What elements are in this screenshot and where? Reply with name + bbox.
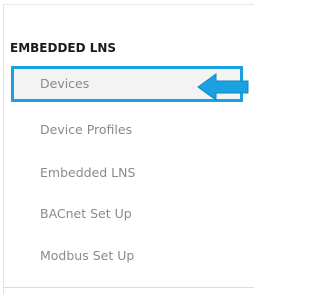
- sidebar-item-modbus-set-up[interactable]: Modbus Set Up: [11, 238, 243, 274]
- sidebar-item-label: BACnet Set Up: [40, 206, 132, 221]
- section-title: EMBEDDED LNS: [10, 41, 117, 55]
- sidebar-item-label: Device Profiles: [40, 122, 133, 137]
- panel-top-border: [3, 4, 254, 5]
- sidebar-item-label: Embedded LNS: [40, 165, 136, 180]
- sidebar-item-device-profiles[interactable]: Device Profiles: [11, 112, 243, 148]
- sidebar-item-embedded-lns[interactable]: Embedded LNS: [11, 155, 243, 191]
- left-arrow-icon: [197, 73, 249, 101]
- sidebar-panel: EMBEDDED LNS Devices Device Profiles Emb…: [0, 0, 254, 297]
- panel-left-border: [3, 4, 4, 294]
- sidebar-item-label: Modbus Set Up: [40, 248, 135, 263]
- sidebar-item-bacnet-set-up[interactable]: BACnet Set Up: [11, 196, 243, 232]
- sidebar-item-label: Devices: [40, 76, 90, 91]
- panel-bottom-border: [3, 287, 254, 288]
